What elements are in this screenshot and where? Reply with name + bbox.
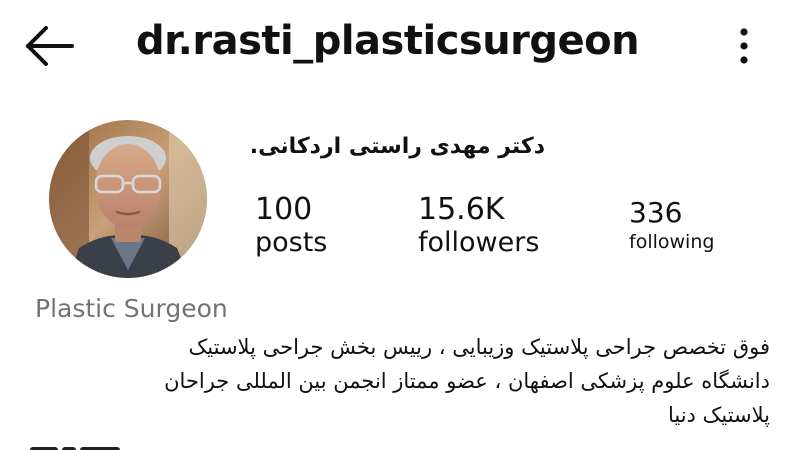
profile-avatar[interactable]	[49, 120, 207, 278]
followers-stat[interactable]: 15.6K followers	[418, 192, 539, 258]
posts-count: 100	[255, 192, 313, 227]
bio-line: دانشگاه علوم پزشکی اصفهان ، عضو ممتاز ان…	[164, 369, 770, 393]
bio-continuation-cropped	[30, 444, 230, 450]
more-options-button[interactable]	[726, 24, 762, 68]
profile-category: Plastic Surgeon	[35, 294, 228, 323]
following-count: 336	[629, 196, 683, 229]
bio-line: فوق تخصص جراحی پلاستیک وزیبایی ، رییس بخ…	[188, 335, 770, 359]
display-name: دکتر مهدی راستی اردکانی.	[249, 134, 545, 159]
profile-header: dr.rasti_plasticsurgeon	[0, 0, 800, 95]
following-label: following	[629, 231, 715, 253]
posts-stat[interactable]: 100 posts	[255, 192, 327, 258]
username-title: dr.rasti_plasticsurgeon	[136, 18, 640, 64]
back-button[interactable]	[22, 24, 78, 68]
profile-photo	[49, 120, 207, 278]
followers-label: followers	[418, 227, 540, 258]
followers-count: 15.6K	[418, 192, 505, 227]
profile-bio: فوق تخصص جراحی پلاستیک وزیبایی ، رییس بخ…	[30, 330, 770, 432]
arrow-left-icon	[26, 26, 74, 66]
bio-line: پلاستیک دنیا	[667, 403, 770, 427]
more-vertical-icon	[740, 28, 748, 64]
following-stat[interactable]: 336 following	[629, 196, 714, 253]
posts-label: posts	[255, 227, 328, 258]
